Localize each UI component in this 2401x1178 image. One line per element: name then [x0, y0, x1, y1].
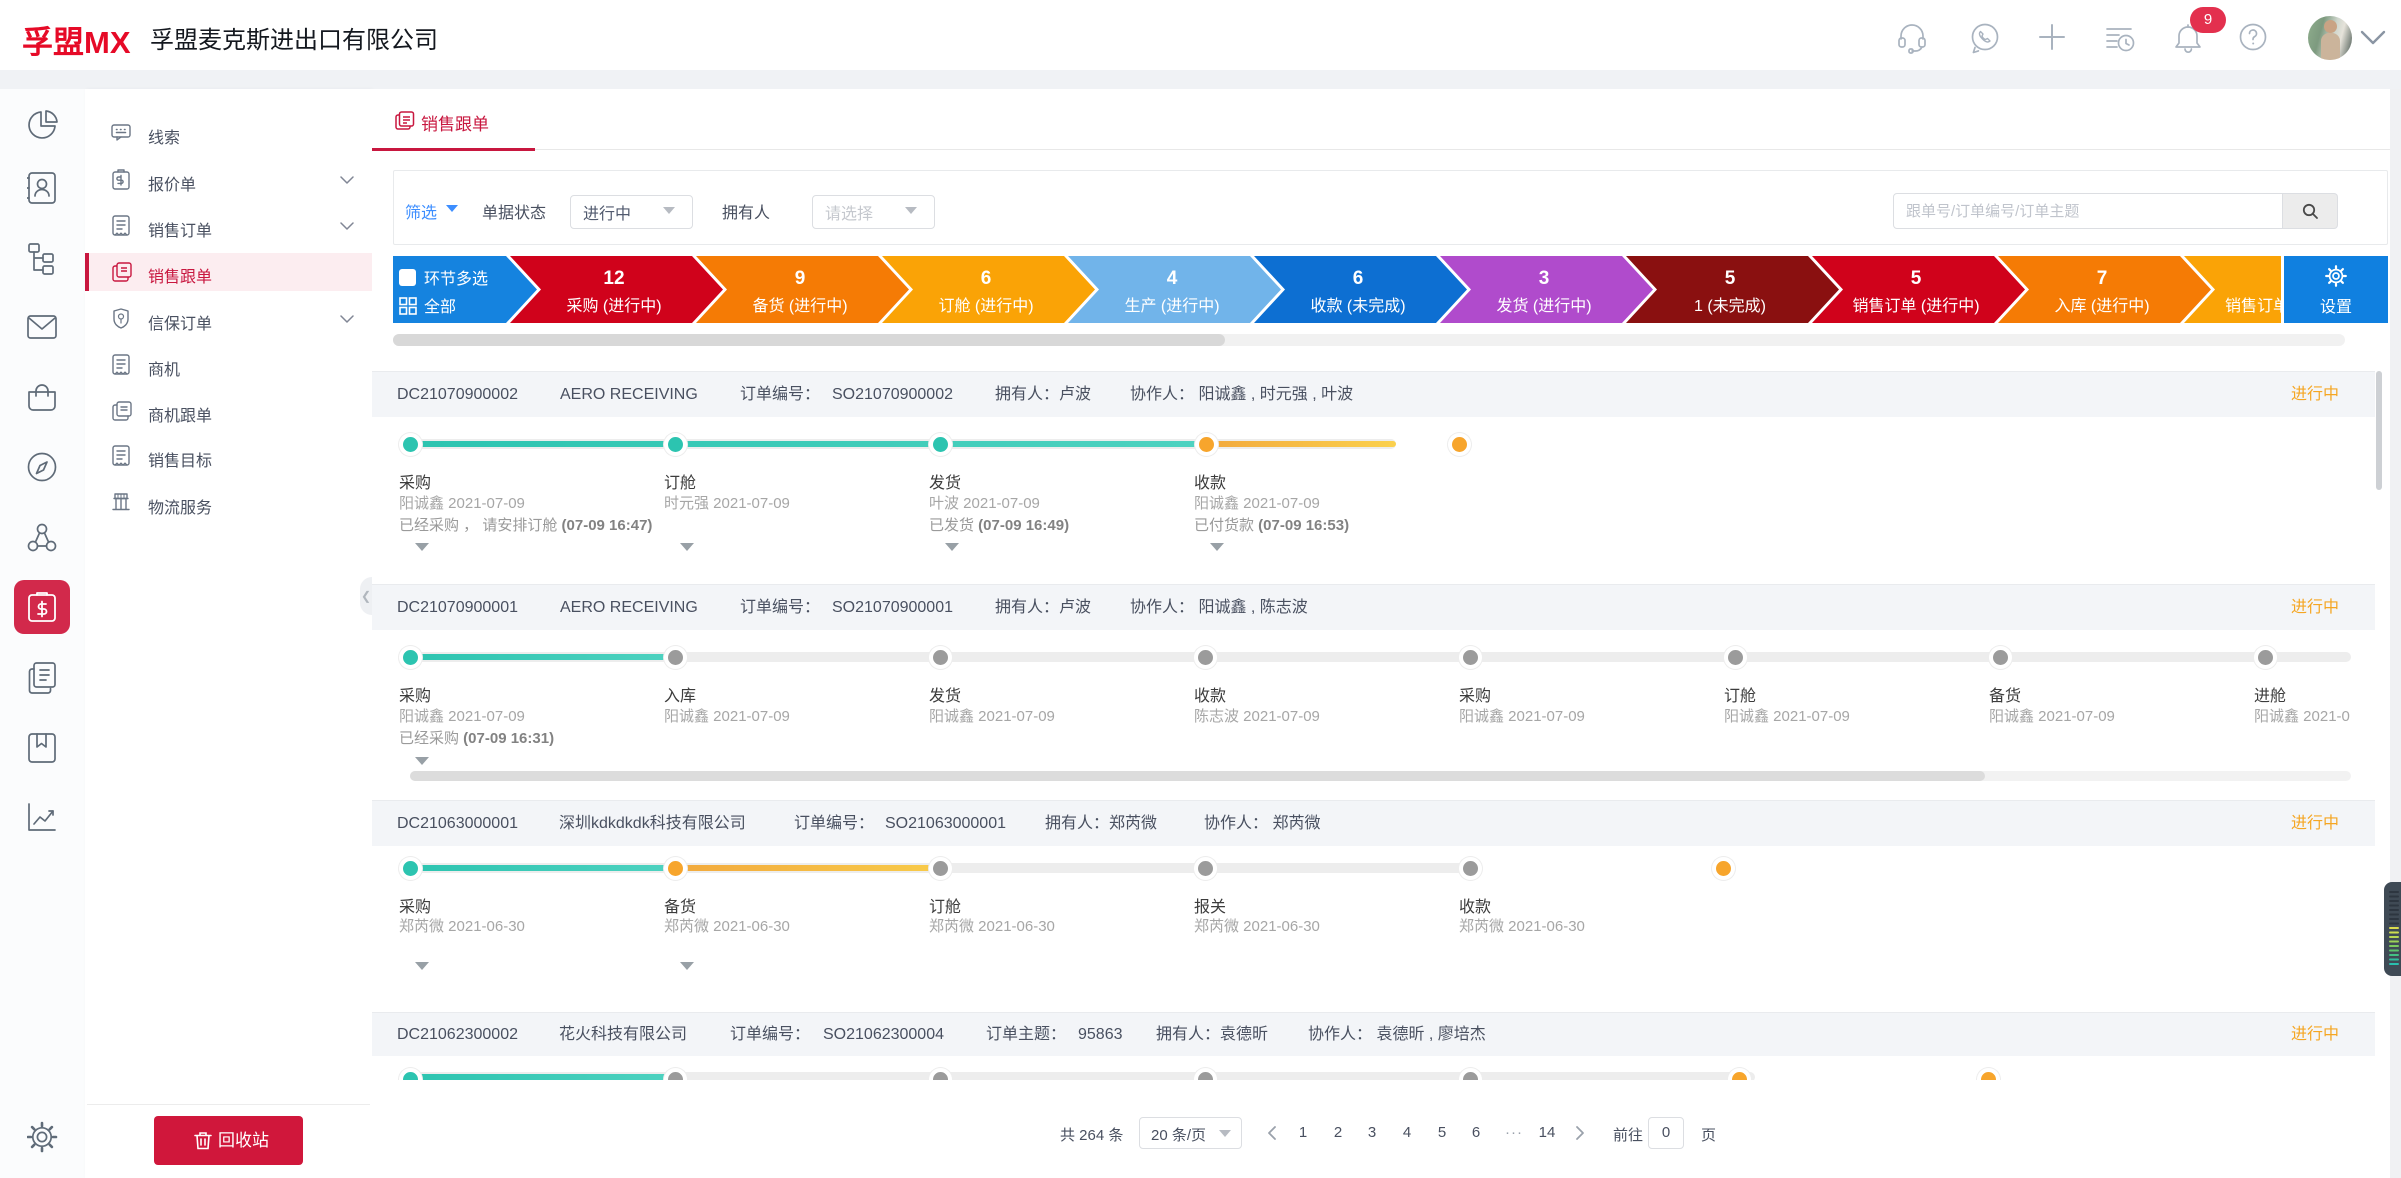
- svg-text:3: 3: [1539, 268, 1550, 289]
- svg-text:7: 7: [2097, 268, 2108, 289]
- svg-text:5: 5: [1725, 268, 1736, 289]
- svg-text:采购 (进行中): 采购 (进行中): [566, 297, 661, 315]
- svg-text:设置: 设置: [2320, 298, 2352, 316]
- svg-text:订舱 (进行中): 订舱 (进行中): [938, 297, 1033, 315]
- svg-text:生产 (进行中): 生产 (进行中): [1124, 297, 1219, 315]
- svg-text:1 (未完成): 1 (未完成): [1694, 297, 1766, 315]
- svg-text:全部: 全部: [424, 298, 456, 316]
- svg-text:9: 9: [795, 268, 806, 289]
- svg-text:12: 12: [603, 268, 624, 289]
- svg-text:5: 5: [1911, 268, 1922, 289]
- svg-text:6: 6: [1353, 268, 1364, 289]
- svg-text:收款 (未完成): 收款 (未完成): [1310, 297, 1405, 315]
- svg-text:销售订单 (进行中): 销售订单 (进行中): [1852, 297, 1979, 315]
- svg-text:备货 (进行中): 备货 (进行中): [752, 297, 847, 315]
- svg-text:6: 6: [981, 268, 992, 289]
- svg-text:发货 (进行中): 发货 (进行中): [1496, 297, 1591, 315]
- svg-text:4: 4: [1167, 268, 1178, 289]
- svg-text:环节多选: 环节多选: [424, 270, 488, 288]
- svg-text:入库 (进行中): 入库 (进行中): [2054, 297, 2149, 315]
